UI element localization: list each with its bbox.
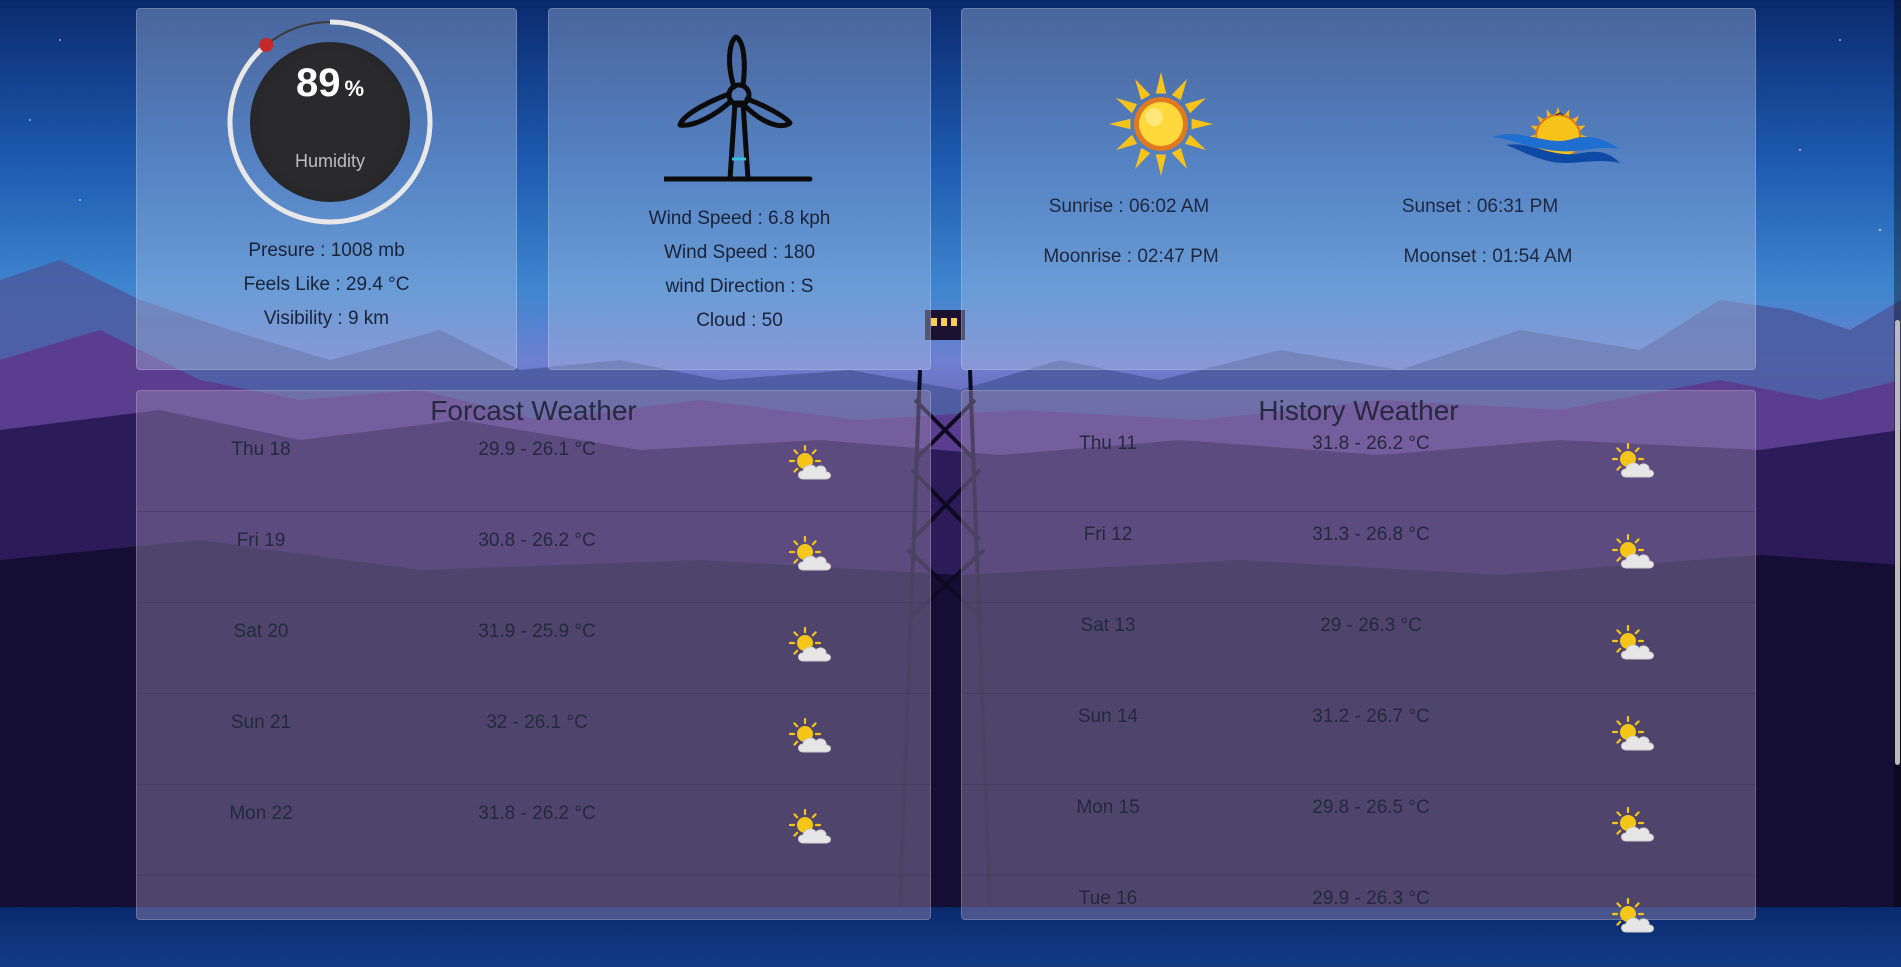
weather-day-row: Mon 22 31.8 - 26.2 °C — [137, 785, 930, 876]
partly-sunny-icon — [788, 535, 835, 576]
wind-card: Wind Speed : 6.8 kph Wind Speed : 180 wi… — [548, 8, 931, 370]
partly-sunny-icon — [1611, 442, 1658, 483]
weather-day-row: Sun 21 32 - 26.1 °C — [137, 694, 930, 785]
temperature-range: 31.9 - 25.9 °C — [478, 621, 596, 642]
temperature-range: 29.9 - 26.1 °C — [478, 439, 596, 460]
partly-sunny-icon — [788, 444, 835, 485]
moonrise-text: Moonrise : 02:47 PM — [1043, 246, 1219, 267]
history-list: Thu 11 31.8 - 26.2 °C Fri 12 31.3 - 26.8 °C… — [962, 421, 1755, 967]
day-label: Sat 13 — [1080, 615, 1136, 636]
day-label: Thu 18 — [231, 439, 291, 460]
forecast-list: Thu 18 29.9 - 26.1 °C Fri 19 30.8 - 26.2 °C… — [137, 421, 930, 876]
wind-turbine-icon — [664, 34, 813, 182]
wind-degree-text: Wind Speed : 180 — [663, 242, 816, 263]
temperature-range: 31.3 - 26.8 °C — [1312, 524, 1430, 545]
sunrise-sun-icon — [1109, 72, 1213, 176]
temperature-range: 29 - 26.3 °C — [1320, 615, 1422, 636]
cloud-text: Cloud : 50 — [696, 310, 783, 331]
wind-direction-text: wind Direction : S — [665, 276, 814, 297]
day-label: Fri 12 — [1083, 524, 1133, 545]
humidity-card: 89% Humidity Presure : 1008 mb Feels Lik… — [136, 8, 517, 370]
day-label: Sat 20 — [233, 621, 289, 642]
temperature-range: 32 - 26.1 °C — [486, 712, 588, 733]
weather-day-row: Tue 16 29.9 - 26.3 °C — [962, 876, 1755, 967]
day-label: Mon 15 — [1076, 797, 1140, 818]
humidity-label: Humidity — [294, 151, 365, 171]
sunrise-text: Sunrise : 06:02 AM — [1048, 196, 1210, 217]
partly-sunny-icon — [1611, 806, 1658, 847]
weather-day-row: Thu 18 29.9 - 26.1 °C — [137, 421, 930, 512]
day-label: Fri 19 — [236, 530, 286, 551]
humidity-value: 89% — [225, 61, 435, 106]
weather-day-row: Thu 11 31.8 - 26.2 °C — [962, 421, 1755, 512]
history-weather-card: History Weather Thu 11 31.8 - 26.2 °C Fri … — [961, 390, 1756, 967]
wind-stats: Wind Speed : 6.8 kph Wind Speed : 180 wi… — [549, 202, 930, 338]
page-scrollbar[interactable] — [1894, 0, 1901, 907]
temperature-range: 31.8 - 26.2 °C — [1312, 433, 1430, 454]
weather-day-row: Sat 20 31.9 - 25.9 °C — [137, 603, 930, 694]
astronomy-card: Sunrise : 06:02 AM Sunset : 06:31 PM Moo… — [961, 8, 1756, 370]
day-label: Thu 11 — [1079, 433, 1137, 454]
pressure-text: Presure : 1008 mb — [248, 240, 405, 261]
moonset-text: Moonset : 01:54 AM — [1403, 246, 1573, 267]
weather-day-row: Fri 19 30.8 - 26.2 °C — [137, 512, 930, 603]
temperature-range: 29.8 - 26.5 °C — [1312, 797, 1430, 818]
temperature-range: 31.8 - 26.2 °C — [478, 803, 596, 824]
partly-sunny-icon — [788, 717, 835, 758]
partly-sunny-icon — [788, 626, 835, 667]
scrollbar-thumb[interactable] — [1895, 320, 1900, 765]
humidity-number: 89 — [295, 61, 341, 105]
partly-sunny-icon — [1611, 897, 1658, 938]
day-label: Mon 22 — [229, 803, 293, 824]
weather-day-row: Sun 14 31.2 - 26.7 °C — [962, 694, 1755, 785]
weather-day-row: Fri 12 31.3 - 26.8 °C — [962, 512, 1755, 603]
wind-speed-text: Wind Speed : 6.8 kph — [648, 208, 831, 229]
forecast-weather-card: Forcast Weather Thu 18 29.9 - 26.1 °C Fri … — [136, 390, 931, 920]
partly-sunny-icon — [1611, 715, 1658, 756]
feels-like-text: Feels Like : 29.4 °C — [243, 274, 410, 295]
day-label: Sun 14 — [1077, 706, 1139, 727]
humidity-gauge-marker — [259, 37, 274, 52]
humidity-stats: Presure : 1008 mb Feels Like : 29.4 °C V… — [137, 234, 516, 336]
partly-sunny-icon — [788, 808, 835, 849]
visibility-text: Visibility : 9 km — [263, 308, 390, 329]
weather-day-row: Mon 15 29.8 - 26.5 °C — [962, 785, 1755, 876]
partly-sunny-icon — [1611, 624, 1658, 665]
temperature-range: 30.8 - 26.2 °C — [478, 530, 596, 551]
humidity-gauge: 89% Humidity — [225, 17, 435, 227]
sunset-icon — [1492, 107, 1620, 163]
day-label: Sun 21 — [230, 712, 292, 733]
humidity-unit: % — [344, 76, 365, 101]
partly-sunny-icon — [1611, 533, 1658, 574]
weather-day-row: Sat 13 29 - 26.3 °C — [962, 603, 1755, 694]
sunset-text: Sunset : 06:31 PM — [1401, 196, 1559, 217]
temperature-range: 31.2 - 26.7 °C — [1312, 706, 1430, 727]
